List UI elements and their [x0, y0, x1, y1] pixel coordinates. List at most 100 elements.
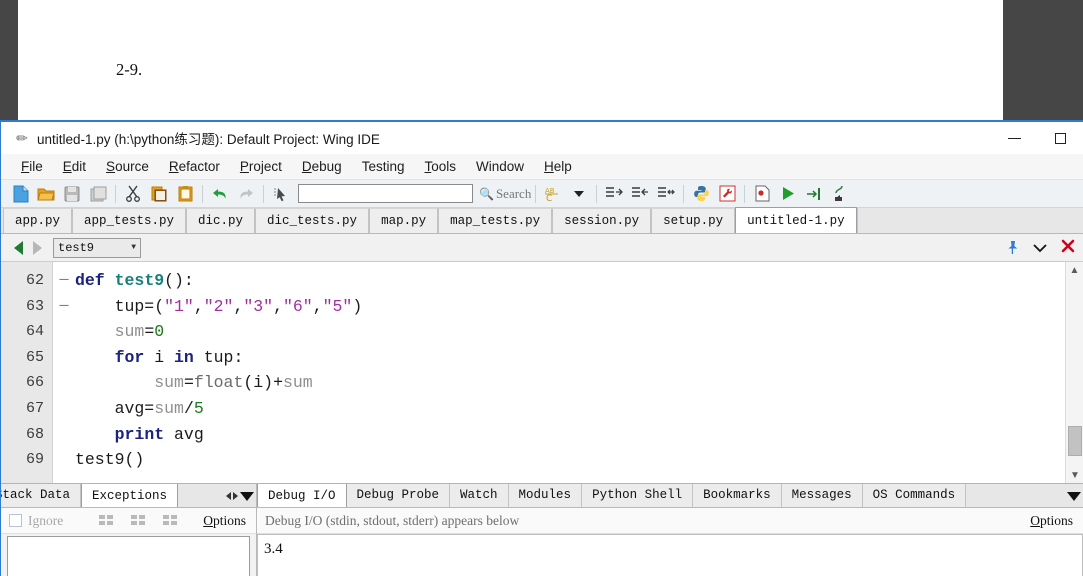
- paste-icon[interactable]: [172, 182, 198, 206]
- tab-modules[interactable]: Modules: [508, 484, 583, 507]
- dropdown-caret-icon[interactable]: [566, 182, 592, 206]
- code-line[interactable]: for i in tup:: [75, 345, 1083, 371]
- indent-toggle-icon[interactable]: [653, 182, 679, 206]
- scrollbar-thumb[interactable]: [1068, 426, 1082, 456]
- fold-marker[interactable]: ─: [53, 268, 75, 294]
- exceptions-grid-icon-1[interactable]: [99, 515, 113, 526]
- menu-window[interactable]: Window: [466, 157, 534, 176]
- copy-icon[interactable]: [146, 182, 172, 206]
- fold-marker[interactable]: ─: [53, 294, 75, 320]
- code-line[interactable]: sum=0: [75, 319, 1083, 345]
- redo-icon[interactable]: [233, 182, 259, 206]
- python-shell-icon[interactable]: [688, 182, 714, 206]
- file-tab-untitled-1-py[interactable]: untitled-1.py: [735, 207, 857, 233]
- tab-debug-probe[interactable]: Debug Probe: [346, 484, 451, 507]
- tab-bookmarks[interactable]: Bookmarks: [693, 484, 782, 507]
- menu-help-rest: elp: [553, 159, 572, 174]
- file-tab-app-tests-py[interactable]: app_tests.py: [72, 208, 187, 233]
- indent-right-icon[interactable]: [601, 182, 627, 206]
- run-debug-icon[interactable]: [775, 182, 801, 206]
- exceptions-options-link[interactable]: Options: [203, 513, 246, 529]
- debug-io-output[interactable]: 3.4: [257, 534, 1083, 576]
- menu-tools-rest: ools: [431, 159, 457, 174]
- file-tab-session-py[interactable]: session.py: [552, 208, 652, 233]
- menu-source[interactable]: Source: [96, 157, 159, 176]
- code-line[interactable]: sum=float(i)+sum: [75, 370, 1083, 396]
- code-token: "6": [283, 296, 313, 316]
- undo-icon[interactable]: [207, 182, 233, 206]
- code-line[interactable]: test9(): [75, 447, 1083, 473]
- tab-menu-icon[interactable]: [240, 491, 254, 501]
- open-folder-icon[interactable]: [33, 182, 59, 206]
- search-input[interactable]: [299, 186, 472, 204]
- exceptions-grid-icon-2[interactable]: [131, 515, 145, 526]
- file-tab-map-tests-py[interactable]: map_tests.py: [438, 208, 553, 233]
- tab-menu-icon[interactable]: [1067, 491, 1081, 501]
- file-tab-setup-py[interactable]: setup.py: [651, 208, 736, 233]
- menu-file[interactable]: File: [11, 157, 53, 176]
- new-file-icon[interactable]: [7, 182, 33, 206]
- minimize-button[interactable]: [991, 122, 1037, 154]
- toolbar-separator: [535, 184, 537, 203]
- menu-edit[interactable]: Edit: [53, 157, 96, 176]
- file-tab-app-py[interactable]: app.py: [3, 208, 73, 233]
- code-token: (i): [243, 373, 274, 393]
- editor-vertical-scrollbar[interactable]: ▲ ▼: [1065, 262, 1083, 483]
- line-number: 68: [25, 425, 44, 443]
- file-tab-map-py[interactable]: map.py: [369, 208, 439, 233]
- exceptions-grid-icon-3[interactable]: [163, 515, 177, 526]
- menu-project[interactable]: Project: [230, 157, 292, 176]
- tab-messages[interactable]: Messages: [781, 484, 863, 507]
- search-input-wrapper[interactable]: [298, 184, 473, 204]
- code-line[interactable]: avg=sum/5: [75, 396, 1083, 422]
- maximize-button[interactable]: [1037, 122, 1083, 154]
- step-into-icon[interactable]: [801, 182, 827, 206]
- scroll-up-icon[interactable]: ▲: [1066, 262, 1083, 278]
- code-line[interactable]: def test9():: [75, 268, 1083, 294]
- step-out-icon[interactable]: [827, 182, 853, 206]
- code-line[interactable]: tup=("1","2","3","6","5"): [75, 294, 1083, 320]
- debug-tools-icon[interactable]: [714, 182, 740, 206]
- cut-icon[interactable]: [120, 182, 146, 206]
- chevron-down-icon[interactable]: [1033, 242, 1047, 255]
- tab-scroll-right-icon[interactable]: [233, 492, 238, 500]
- code-token: ,: [233, 296, 244, 316]
- menu-help[interactable]: Help: [534, 157, 582, 176]
- code-line[interactable]: print avg: [75, 422, 1083, 448]
- ignore-checkbox[interactable]: [9, 514, 22, 527]
- menu-refactor[interactable]: Refactor: [159, 157, 230, 176]
- close-icon[interactable]: [1061, 239, 1075, 257]
- exceptions-options-rest: ptions: [212, 512, 246, 528]
- tab-exceptions[interactable]: Exceptions: [81, 484, 179, 507]
- set-breakpoint-icon[interactable]: [749, 182, 775, 206]
- spellcheck-abc-icon[interactable]: AB C: [540, 182, 566, 206]
- tab-stack-data[interactable]: Stack Data: [1, 484, 82, 507]
- select-pointer-icon[interactable]: [268, 182, 294, 206]
- file-tab-dic-tests-py[interactable]: dic_tests.py: [255, 208, 370, 233]
- tab-python-shell[interactable]: Python Shell: [582, 484, 694, 507]
- menu-tools[interactable]: Tools: [415, 157, 467, 176]
- ignore-label: Ignore: [28, 512, 64, 528]
- menu-debug[interactable]: Debug: [292, 157, 352, 176]
- scroll-down-icon[interactable]: ▼: [1066, 467, 1083, 483]
- exceptions-list[interactable]: [7, 536, 250, 576]
- file-tab-dic-py[interactable]: dic.py: [186, 208, 256, 233]
- save-all-icon[interactable]: [85, 182, 111, 206]
- nav-back-icon[interactable]: [14, 240, 23, 255]
- scope-select[interactable]: test9 ▼: [53, 237, 141, 258]
- tab-watch[interactable]: Watch: [450, 484, 509, 507]
- nav-forward-icon[interactable]: [33, 240, 42, 255]
- exceptions-toolbar: Ignore Options: [1, 508, 256, 534]
- save-icon[interactable]: [59, 182, 85, 206]
- code-editor[interactable]: 62 63 64 65 66 67 68 69 ─ ─ def test9():…: [1, 262, 1083, 484]
- menu-testing[interactable]: Testing: [352, 157, 415, 176]
- indent-left-icon[interactable]: [627, 182, 653, 206]
- code-token: ():: [164, 271, 194, 290]
- tab-os-commands[interactable]: OS Commands: [862, 484, 967, 507]
- pin-icon[interactable]: [1006, 240, 1019, 257]
- debug-io-options-link[interactable]: Options: [1030, 513, 1073, 529]
- tab-scroll-left-icon[interactable]: [226, 492, 231, 500]
- fold-margin[interactable]: ─ ─: [53, 262, 75, 483]
- tab-debug-io[interactable]: Debug I/O: [257, 484, 347, 507]
- code-text-area[interactable]: def test9(): tup=("1","2","3","6","5") s…: [75, 262, 1083, 483]
